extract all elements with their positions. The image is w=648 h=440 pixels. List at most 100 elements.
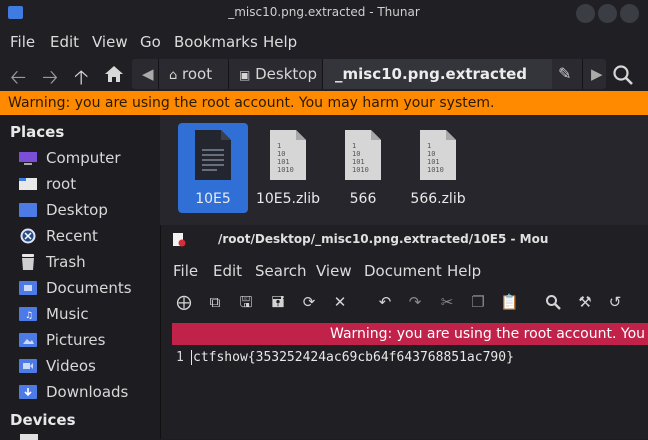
sidebar-item-computer[interactable]: Computer (18, 146, 158, 170)
file-name: 566.zlib (410, 191, 466, 207)
undo-icon[interactable]: ↶ (377, 294, 393, 310)
new-window-icon[interactable]: ⧉ (207, 294, 223, 310)
svg-text:10: 10 (427, 150, 435, 158)
search-icon[interactable] (612, 64, 634, 86)
file-item-10e5[interactable]: 10E5 (178, 123, 248, 213)
maximize-button[interactable] (576, 4, 595, 23)
svg-text:10: 10 (352, 150, 360, 158)
desktop-icon: ▣ (239, 68, 251, 82)
path-scroll-left-icon[interactable]: ◀ (134, 59, 158, 89)
svg-text:♫: ♫ (25, 311, 33, 321)
sidebar-item-recent[interactable]: Recent (18, 224, 158, 248)
pictures-folder-icon (19, 333, 37, 347)
find-replace-icon[interactable]: ⚒ (577, 294, 593, 310)
documents-folder-icon (19, 281, 37, 295)
crumb-root[interactable]: ⌂ root (158, 59, 222, 89)
sidebar-item-desktop[interactable]: Desktop (18, 198, 158, 222)
binary-file-icon: 1101011010 (345, 130, 381, 180)
home-icon: ⌂ (169, 68, 178, 83)
find-icon[interactable] (545, 294, 561, 310)
reload-icon[interactable]: ⟳ (301, 294, 317, 310)
mp-menu-edit[interactable]: Edit (213, 262, 242, 280)
edit-path-icon[interactable]: ✎ (558, 64, 571, 83)
menu-view[interactable]: View (92, 33, 128, 51)
cut-icon[interactable]: ✂ (439, 294, 455, 310)
mp-menu-help[interactable]: Help (447, 262, 481, 280)
mousepad-title: /root/Desktop/_misc10.png.extracted/10E5… (218, 232, 549, 246)
mp-menu-file[interactable]: File (173, 262, 198, 280)
root-warning-banner: Warning: you are using the root account.… (0, 91, 648, 115)
devices-heading: Devices (10, 411, 76, 429)
save-as-icon[interactable]: 🖬 (270, 294, 286, 310)
sidebar-item-label: Recent (46, 227, 98, 245)
mp-menu-view[interactable]: View (316, 262, 352, 280)
menu-go[interactable]: Go (140, 33, 161, 51)
crumb-current-label: _misc10.png.extracted (335, 65, 528, 83)
home-icon[interactable] (104, 65, 124, 83)
file-item-566[interactable]: 1 10 101 1010 566 (328, 123, 398, 213)
home-folder-icon (19, 178, 37, 190)
videos-folder-icon (19, 359, 37, 373)
recent-icon (20, 228, 36, 244)
path-scroll-right-icon[interactable]: ▶ (582, 59, 606, 89)
sidebar-item-label: Documents (46, 279, 132, 297)
sidebar-item-label: Desktop (46, 201, 108, 219)
root-warning-banner: Warning: you are using the root account.… (172, 323, 648, 345)
binary-file-icon: 1101011010 (420, 130, 456, 180)
device-drive-icon[interactable] (20, 434, 38, 440)
sidebar-item-label: Downloads (46, 383, 129, 401)
file-item-566-zlib[interactable]: 1 10 101 1010 566.zlib (403, 123, 473, 213)
crumb-root-label: root (182, 65, 213, 83)
crumb-desktop[interactable]: ▣ Desktop (228, 59, 327, 89)
sidebar-item-trash[interactable]: Trash (18, 250, 158, 274)
file-name: 10E5.zlib (255, 191, 321, 207)
menu-file[interactable]: File (10, 33, 35, 51)
copy-icon[interactable]: ❐ (470, 294, 486, 310)
close-document-icon[interactable]: ✕ (332, 294, 348, 310)
menu-bookmarks[interactable]: Bookmarks (174, 33, 258, 51)
file-item-10e5-zlib[interactable]: 1 10 101 1010 10E5.zlib (253, 123, 323, 213)
svg-text:1: 1 (427, 142, 431, 150)
mousepad-app-icon (173, 233, 186, 247)
menu-edit[interactable]: Edit (50, 33, 79, 51)
save-icon[interactable]: 🖫 (238, 294, 254, 310)
music-folder-icon: ♫ (19, 307, 37, 321)
sidebar-item-label: Music (46, 305, 89, 323)
binary-file-icon: 1101011010 (270, 130, 306, 180)
sidebar-item-pictures[interactable]: Pictures (18, 328, 158, 352)
svg-text:101: 101 (427, 158, 440, 166)
menu-help[interactable]: Help (263, 33, 297, 51)
file-name: 566 (349, 191, 377, 207)
mp-menu-search[interactable]: Search (255, 262, 307, 280)
svg-text:101: 101 (352, 158, 365, 166)
downloads-folder-icon (19, 385, 37, 399)
restore-button[interactable] (598, 4, 617, 23)
sidebar-item-label: Trash (46, 253, 86, 271)
sidebar-item-label: Pictures (46, 331, 106, 349)
go-to-line-icon[interactable]: ↺ (607, 294, 623, 310)
svg-text:1: 1 (277, 142, 281, 150)
sidebar-item-videos[interactable]: Videos (18, 354, 158, 378)
paste-icon[interactable]: 📋 (500, 294, 519, 310)
sidebar-item-label: Computer (46, 149, 121, 167)
svg-text:1010: 1010 (427, 166, 444, 174)
line-number: 1 (176, 350, 184, 365)
svg-text:1010: 1010 (277, 166, 294, 174)
sidebar-item-documents[interactable]: Documents (18, 276, 158, 300)
trash-icon (22, 254, 34, 270)
mp-menu-document[interactable]: Document (364, 262, 442, 280)
file-name: 10E5 (195, 191, 231, 207)
text-document-icon (195, 130, 231, 180)
editor-content[interactable]: ctfshow{353252424ac69cb64f643768851ac790… (191, 350, 514, 365)
redo-icon[interactable]: ↷ (407, 294, 423, 310)
computer-icon (19, 152, 37, 165)
sidebar-item-root[interactable]: root (18, 172, 158, 196)
crumb-current[interactable]: _misc10.png.extracted (322, 59, 552, 89)
sidebar-item-downloads[interactable]: Downloads (18, 380, 158, 404)
sidebar-item-music[interactable]: ♫ Music (18, 302, 158, 326)
new-document-icon[interactable]: ⨁ (176, 294, 192, 310)
svg-text:101: 101 (277, 158, 290, 166)
sidebar-item-label: root (46, 175, 77, 193)
places-heading: Places (10, 123, 65, 141)
close-button[interactable] (620, 4, 639, 23)
